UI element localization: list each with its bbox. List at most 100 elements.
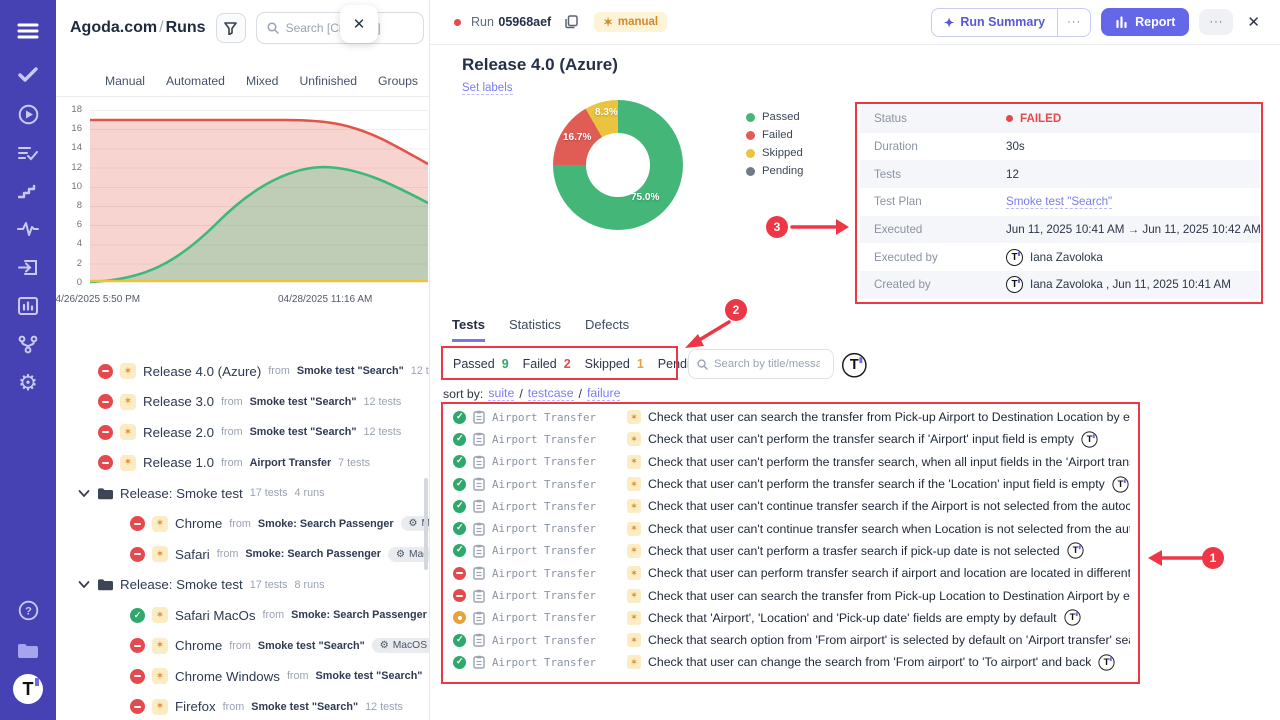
passed-count-label[interactable]: Passed [453,357,495,371]
user-avatar [1006,276,1023,293]
run-from-plan: Smoke test "Search" [316,670,423,682]
chevron-down-icon[interactable] [78,490,90,497]
tab-unfinished[interactable]: Unfinished [299,74,357,88]
summary-row-testplan: Test Plan Smoke test "Search" [860,188,1260,216]
group-runs-count: 4 runs [295,487,325,499]
breadcrumb-page: Runs [166,19,206,36]
run-row[interactable]: ✶ Firefox from Smoke test "Search" 12 te… [56,692,430,720]
run-group-row[interactable]: Release: Smoke test 17 tests 8 runs [56,570,430,601]
branch-icon[interactable] [0,327,56,361]
run-row[interactable]: ✶ Release 1.0 from Airport Transfer 7 te… [56,448,430,479]
breadcrumb[interactable]: Agoda.com/Runs [70,19,206,37]
test-title: Check that user can't perform the transf… [648,455,1130,469]
tab-defects[interactable]: Defects [585,317,629,342]
legend-label: Failed [762,129,793,141]
test-row[interactable]: Airport Transfer ✶ Check that user can't… [443,540,1138,562]
test-row[interactable]: Airport Transfer ✶ Check that user can c… [443,651,1138,673]
search-icon [697,359,708,370]
test-row[interactable]: Airport Transfer ✶ Check that user can't… [443,428,1138,450]
chevron-down-icon[interactable] [78,581,90,588]
tab-tests[interactable]: Tests [452,317,485,342]
panel-close-button[interactable]: ✕ [340,5,378,43]
clipboard-icon [473,499,485,513]
manual-test-icon: ✶ [627,611,641,625]
sort-testcase-link[interactable]: testcase [528,386,574,401]
test-row[interactable]: Airport Transfer ✶ Check that user can s… [443,406,1138,428]
tab-manual[interactable]: Manual [105,74,145,88]
testomat-logo[interactable] [0,672,56,706]
run-name: Safari MacOs [175,608,256,623]
run-row[interactable]: ✓ ✶ Safari MacOs from Smoke: Search Pass… [56,600,430,631]
summary-row-created-by: Created by Iana Zavoloka , Jun 11, 2025 … [860,271,1260,299]
tab-groups[interactable]: Groups [378,74,418,88]
run-row[interactable]: ✶ Release 2.0 from Smoke test "Search" 1… [56,417,430,448]
run-from-label: from [229,640,251,652]
run-row[interactable]: ✶ Safari from Smoke: Search Passenger ⚙M… [56,539,430,570]
tests-search[interactable] [688,349,834,379]
projects-folder-icon[interactable] [0,633,56,667]
report-button[interactable]: Report [1101,8,1189,36]
run-from-label: from [287,670,309,682]
skipped-count[interactable]: 1 [637,357,644,371]
steps-icon[interactable] [0,174,56,208]
test-title: Check that 'Airport', 'Location' and 'Pi… [648,611,1057,625]
test-row[interactable]: Airport Transfer ✶ Check that user can't… [443,451,1138,473]
more-actions-button[interactable]: ··· [1199,9,1233,35]
filter-funnel-button[interactable] [216,13,246,43]
run-name: Release 4.0 (Azure) [143,364,261,379]
close-run-button[interactable]: ✕ [1243,13,1264,31]
tab-automated[interactable]: Automated [166,74,225,88]
clipboard-icon [473,566,485,580]
passed-count[interactable]: 9 [502,357,509,371]
test-row[interactable]: Airport Transfer ✶ Check that user can't… [443,473,1138,495]
clipboard-icon [473,633,485,647]
run-row[interactable]: ✶ Release 3.0 from Smoke test "Search" 1… [56,387,430,418]
run-row[interactable]: ✶ Chrome from Smoke: Search Passenger ⚙M… [56,509,430,540]
assignee-avatar [1081,431,1097,447]
tab-statistics[interactable]: Statistics [509,317,561,342]
runs-play-icon[interactable] [0,97,56,131]
breadcrumb-separator: / [157,19,165,36]
run-summary-more-button[interactable]: ··· [1057,9,1090,36]
menu-icon[interactable] [0,14,56,48]
run-title: Release 4.0 (Azure) [462,55,618,75]
run-from-plan: Smoke test "Search" [250,426,357,438]
test-cases-icon[interactable] [0,136,56,170]
assignee-filter-avatar[interactable] [842,350,867,378]
suite-label: Airport Transfer [492,411,620,424]
passed-status-icon [453,411,466,424]
tab-mixed[interactable]: Mixed [246,74,279,88]
settings-gear-icon[interactable]: ⚙ [0,366,56,400]
scrollbar[interactable] [424,478,428,570]
run-from-label: from [229,518,251,530]
breadcrumb-project[interactable]: Agoda.com [70,19,157,36]
gear-icon: ⚙ [380,640,389,651]
gear-icon: ⚙ [18,372,38,394]
test-row[interactable]: Airport Transfer ✶ Check that user can p… [443,562,1138,584]
test-row[interactable]: Airport Transfer ✶ Check that user can s… [443,584,1138,606]
failed-count-label[interactable]: Failed [523,357,557,371]
analytics-chart-icon[interactable] [0,289,56,323]
tasks-check-icon[interactable] [0,58,56,92]
help-icon[interactable]: ? [0,593,56,627]
run-row[interactable]: ✶ Chrome from Smoke test "Search" ⚙MacOS… [56,631,430,662]
test-row[interactable]: Airport Transfer ✶ Check that user can't… [443,517,1138,539]
copy-run-id-button[interactable] [565,15,578,29]
pulse-activity-icon[interactable] [0,212,56,246]
set-labels-link[interactable]: Set labels [462,82,513,95]
skipped-count-label[interactable]: Skipped [585,357,630,371]
test-plan-link[interactable]: Smoke test "Search" [1006,195,1112,209]
sort-failure-link[interactable]: failure [587,386,621,401]
test-title: Check that user can search the transfer … [648,410,1130,424]
run-row[interactable]: ✶ Release 4.0 (Azure) from Smoke test "S… [56,356,430,387]
import-icon[interactable] [0,250,56,284]
failed-count[interactable]: 2 [564,357,571,371]
test-row[interactable]: Airport Transfer ✶ Check that 'Airport',… [443,607,1138,629]
tests-search-input[interactable] [714,358,820,370]
run-row[interactable]: ✶ Chrome Windows from Smoke test "Search… [56,661,430,692]
test-row[interactable]: Airport Transfer ✶ Check that user can't… [443,495,1138,517]
run-summary-button[interactable]: ✦Run Summary ··· [931,8,1091,37]
run-group-row[interactable]: Release: Smoke test 17 tests 4 runs [56,478,430,509]
test-row[interactable]: Airport Transfer ✶ Check that search opt… [443,629,1138,651]
sort-suite-link[interactable]: suite [488,386,514,401]
